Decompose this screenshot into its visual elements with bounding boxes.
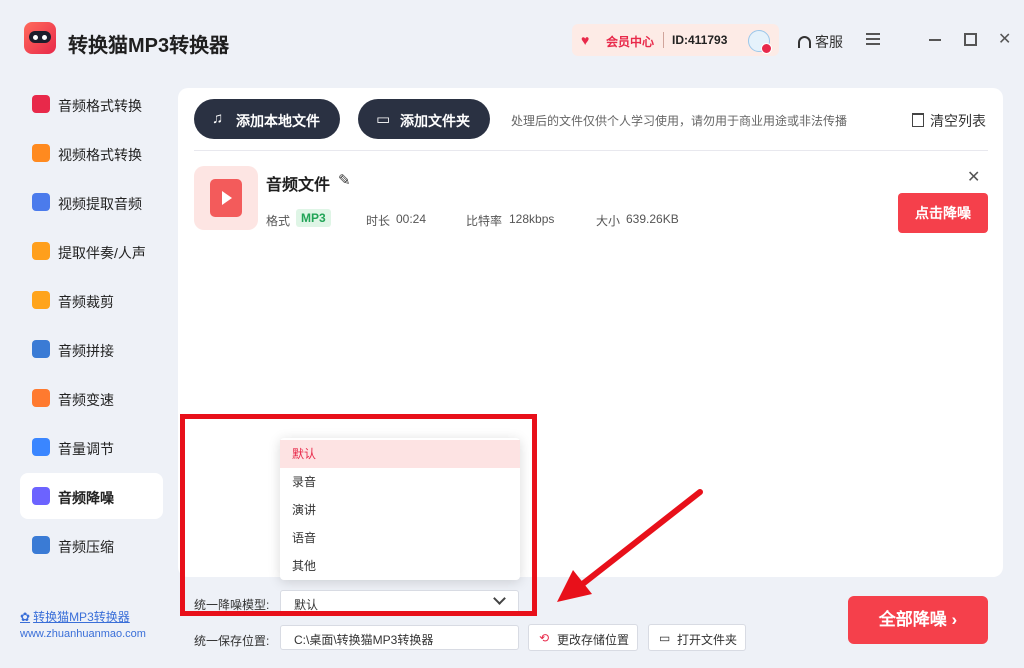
sidebar-item[interactable]: 音频降噪 (20, 473, 163, 519)
sidebar-item[interactable]: 音频拼接 (20, 326, 163, 372)
footer-url[interactable]: www.zhuanhuanmao.com (20, 628, 146, 640)
avatar-badge (761, 43, 772, 54)
music-add-icon: ♫ (212, 110, 224, 127)
headset-icon (798, 36, 811, 48)
sidebar-item[interactable]: 音量调节 (20, 424, 163, 470)
change-location-button[interactable]: ⟲ 更改存储位置 (528, 624, 638, 651)
open-folder-label: 打开文件夹 (677, 633, 738, 647)
avatar[interactable] (748, 30, 772, 54)
app-title: 转换猫MP3转换器 (68, 35, 230, 57)
video-format-icon (32, 144, 50, 162)
trash-icon (912, 113, 924, 127)
sidebar-item-label: 视频提取音频 (58, 196, 142, 212)
sidebar-item-label: 音频拼接 (58, 343, 114, 359)
merge-icon (32, 340, 50, 358)
sidebar-item[interactable]: 音频格式转换 (20, 81, 163, 127)
customer-service-label: 客服 (815, 34, 843, 50)
audio-format-icon (32, 95, 50, 113)
cut-icon (32, 291, 50, 309)
add-folder-label: 添加文件夹 (400, 113, 470, 129)
sidebar-item[interactable]: 音频压缩 (20, 522, 163, 568)
clear-list-label: 清空列表 (930, 113, 986, 129)
vocal-icon (32, 242, 50, 260)
sidebar-item-label: 音频裁剪 (58, 294, 114, 310)
add-folder-button[interactable]: ▭ 添加文件夹 (358, 99, 490, 139)
size-label: 大小 (596, 214, 621, 228)
footer-app-link-label: 转换猫MP3转换器 (33, 610, 130, 624)
remove-file-icon[interactable]: ✕ (967, 167, 980, 187)
denoise-icon (32, 487, 50, 505)
file-name: 音频文件 (266, 177, 331, 194)
sidebar-item-label: 音频降噪 (58, 490, 114, 506)
window-close-icon[interactable]: ✕ (998, 29, 1011, 49)
usage-notice: 处理后的文件仅供个人学习使用，请勿用于商业用途或非法传播 (511, 114, 848, 128)
size-value: 639.26KB (626, 212, 679, 226)
audio-file-thumbnail (194, 166, 258, 230)
speed-icon (32, 389, 50, 407)
app-logo (24, 22, 56, 54)
denoise-all-label: 全部降噪 (878, 610, 947, 629)
refresh-icon: ⟲ (539, 631, 550, 645)
member-center-label: 会员中心 (606, 35, 655, 49)
compress-icon (32, 536, 50, 554)
duration-value: 00:24 (396, 212, 427, 226)
vip-heart-icon: ♥ (581, 32, 590, 48)
folder-add-icon: ▭ (376, 111, 391, 128)
minimize-icon[interactable] (929, 39, 941, 41)
hamburger-menu-icon[interactable] (866, 33, 880, 48)
format-label: 格式 (266, 214, 291, 228)
extract-audio-icon (32, 193, 50, 211)
clear-list-button[interactable]: 清空列表 (912, 111, 986, 131)
denoise-file-button[interactable]: 点击降噪 (898, 193, 988, 233)
sidebar-item-label: 音量调节 (58, 441, 114, 457)
sidebar-item-label: 音频变速 (58, 392, 114, 408)
bitrate-label: 比特率 (466, 214, 503, 228)
sidebar-item-label: 视频格式转换 (58, 147, 142, 163)
sidebar-item[interactable]: 音频裁剪 (20, 277, 163, 323)
duration-label: 时长 (366, 214, 391, 228)
sidebar-item[interactable]: 音频变速 (20, 375, 163, 421)
add-local-file-button[interactable]: ♫ 添加本地文件 (194, 99, 340, 139)
member-center-button[interactable]: ♥ 会员中心 ID:411793 (572, 24, 779, 56)
member-divider (663, 32, 664, 48)
sidebar-item-label: 音频压缩 (58, 539, 114, 555)
sidebar-item[interactable]: 提取伴奏/人声 (20, 228, 163, 274)
maximize-icon[interactable] (964, 33, 977, 46)
bitrate-value: 128kbps (509, 212, 555, 226)
open-folder-button[interactable]: ▭ 打开文件夹 (648, 624, 746, 651)
highlight-box (180, 414, 537, 616)
save-path-field[interactable]: C:\桌面\转换猫MP3转换器 (280, 625, 519, 650)
save-path-value: C:\桌面\转换猫MP3转换器 (294, 633, 434, 647)
add-local-file-label: 添加本地文件 (236, 113, 320, 129)
sidebar-item-label: 提取伴奏/人声 (58, 245, 146, 261)
user-id: ID:411793 (672, 33, 728, 47)
denoise-all-button[interactable]: 全部降噪 › (848, 596, 988, 644)
edit-icon[interactable]: ✎ (338, 171, 351, 189)
sidebar-item[interactable]: 视频提取音频 (20, 179, 163, 225)
change-location-label: 更改存储位置 (557, 633, 630, 647)
customer-service-button[interactable]: 客服 (798, 32, 843, 52)
folder-icon: ▭ (659, 631, 671, 645)
save-location-label: 统一保存位置: (194, 634, 270, 648)
volume-icon (32, 438, 50, 456)
sidebar-item[interactable]: 视频格式转换 (20, 130, 163, 176)
format-badge: MP3 (296, 209, 331, 227)
paw-icon: ✿ (20, 610, 31, 624)
footer-app-link[interactable]: ✿ 转换猫MP3转换器 (20, 608, 130, 625)
toolbar-divider (194, 150, 988, 151)
play-icon (222, 191, 232, 205)
sidebar-item-label: 音频格式转换 (58, 98, 142, 114)
